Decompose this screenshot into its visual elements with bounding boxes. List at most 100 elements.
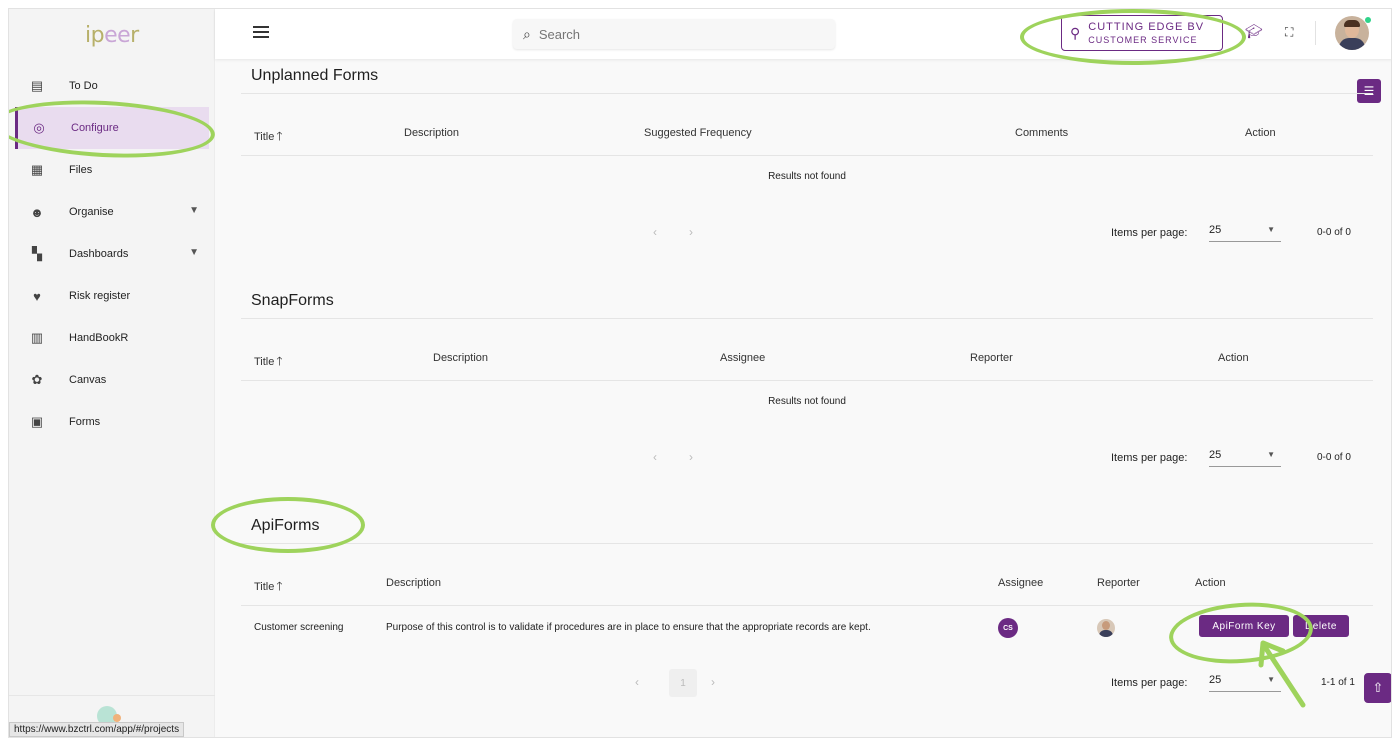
divider [241, 318, 1373, 319]
column-header-comments: Comments [1015, 127, 1069, 139]
search-icon: ⌕ [523, 25, 531, 42]
items-per-page-select[interactable]: 25 ▼ [1209, 674, 1281, 692]
sidebar-item-label: Organise [69, 206, 114, 218]
column-header-assignee: Assignee [998, 577, 1044, 589]
divider [241, 93, 1373, 94]
fullscreen-icon[interactable]: ⛶ [1285, 25, 1293, 40]
prev-page-icon[interactable]: ‹ [653, 225, 657, 239]
column-header-description: Description [386, 577, 442, 589]
chevron-down-icon: ▼ [189, 205, 199, 216]
row-description: Purpose of this control is to validate i… [386, 622, 871, 633]
section-title: Unplanned Forms [251, 67, 379, 84]
column-header-action: Action [1218, 352, 1249, 364]
pagination-range: 0-0 of 0 [1317, 227, 1351, 238]
divider [1315, 21, 1316, 45]
sliders-icon: ☰ [1363, 84, 1375, 98]
sidebar-item-dashboards[interactable]: ▚ Dashboards ▼ [9, 233, 215, 275]
next-page-icon[interactable]: › [689, 225, 693, 239]
column-header-action: Action [1245, 127, 1276, 139]
search-bar[interactable]: ⌕ [513, 19, 835, 49]
search-input[interactable] [538, 26, 799, 42]
sidebar-item-label: To Do [69, 80, 98, 92]
clipboard-icon: ▤ [30, 78, 44, 93]
organisation-unit: CUSTOMER SERVICE [1088, 35, 1198, 45]
section-title: SnapForms [251, 292, 334, 309]
chevron-down-icon: ▼ [189, 247, 199, 258]
divider [241, 380, 1373, 381]
people-icon: ☻ [30, 204, 44, 220]
sidebar-item-label: Forms [69, 416, 101, 428]
sidebar-item-label: Files [69, 164, 93, 176]
column-header-title[interactable]: Title 🡑 [254, 577, 283, 598]
user-avatar[interactable] [1335, 16, 1369, 50]
pagination-range: 1-1 of 1 [1321, 677, 1355, 688]
column-header-reporter: Reporter [970, 352, 1013, 364]
column-header-action: Action [1195, 577, 1226, 589]
items-per-page-select[interactable]: 25 ▼ [1209, 449, 1281, 467]
sidebar-item-files[interactable]: ▦ Files [9, 149, 215, 191]
rocket-icon: ⇧ [1372, 680, 1384, 695]
pagination-range: 0-0 of 0 [1317, 452, 1351, 463]
apiform-key-button[interactable]: ApiForm Key [1199, 615, 1289, 637]
items-per-page-label: Items per page: [1111, 452, 1188, 464]
organisation-selector[interactable]: ⚲ CUTTING EDGE BV CUSTOMER SERVICE [1061, 15, 1223, 51]
items-per-page-select[interactable]: 25 ▼ [1209, 224, 1281, 242]
sidebar-item-label: Canvas [69, 374, 107, 386]
reporter-avatar[interactable] [1097, 619, 1115, 637]
target-icon: ◎ [33, 120, 45, 135]
palette-icon: ✿ [31, 372, 43, 387]
column-header-description: Description [433, 352, 489, 364]
sidebar-item-label: Configure [71, 122, 119, 134]
forms-icon: ▣ [30, 414, 44, 429]
top-bar: ⌕ ⚲ CUTTING EDGE BV CUSTOMER SERVICE 🎓︎ … [215, 9, 1391, 59]
sidebar-nav: ▤ To Do ◎ Configure ▦ Files ☻ Organise ▼… [9, 65, 215, 443]
column-header-reporter: Reporter [1097, 577, 1140, 589]
app-logo[interactable]: ipeer [85, 23, 139, 48]
heart-icon: ♥ [33, 288, 41, 304]
dropdown-arrow-icon: ▼ [1267, 450, 1275, 459]
brand-dot-icon [113, 714, 121, 722]
sidebar-item-forms[interactable]: ▣ Forms [9, 401, 215, 443]
sidebar: ipeer ▤ To Do ◎ Configure ▦ Files ☻ Orga… [9, 9, 215, 737]
empty-state-text: Results not found [768, 396, 846, 407]
column-header-title[interactable]: Title 🡑 [254, 127, 283, 148]
prev-page-icon[interactable]: ‹ [653, 450, 657, 464]
main-content: ☰ Unplanned Forms Title 🡑 Description Sug… [241, 59, 1381, 737]
sort-arrow-up-icon: 🡑 [276, 579, 283, 593]
delete-button[interactable]: Delete [1293, 615, 1349, 637]
items-per-page-label: Items per page: [1111, 227, 1188, 239]
books-icon: ▥ [30, 330, 44, 345]
sidebar-item-label: HandBookR [69, 332, 129, 344]
column-header-suggested-frequency: Suggested Frequency [644, 127, 752, 139]
location-pin-icon: ⚲ [1070, 24, 1081, 41]
items-per-page-label: Items per page: [1111, 677, 1188, 689]
filter-settings-button[interactable]: ☰ [1357, 79, 1381, 103]
divider [241, 155, 1373, 156]
graduation-cap-icon[interactable]: 🎓︎ [1245, 23, 1263, 40]
sidebar-item-label: Dashboards [69, 248, 129, 260]
sidebar-item-organise[interactable]: ☻ Organise ▼ [9, 191, 215, 233]
sidebar-item-risk-register[interactable]: ♥ Risk register [9, 275, 215, 317]
divider [241, 543, 1373, 544]
row-title: Customer screening [254, 622, 344, 633]
next-page-icon[interactable]: › [689, 450, 693, 464]
sidebar-item-canvas[interactable]: ✿ Canvas [9, 359, 215, 401]
next-page-icon[interactable]: › [711, 675, 715, 689]
column-header-title[interactable]: Title 🡑 [254, 352, 283, 373]
sidebar-item-configure[interactable]: ◎ Configure [15, 107, 209, 149]
files-icon: ▦ [30, 162, 44, 177]
column-header-description: Description [404, 127, 460, 139]
section-title: ApiForms [251, 517, 320, 534]
status-bar-url: https://www.bzctrl.com/app/#/projects [9, 722, 185, 737]
dropdown-arrow-icon: ▼ [1267, 225, 1275, 234]
sidebar-item-todo[interactable]: ▤ To Do [9, 65, 215, 107]
online-status-dot [1365, 17, 1371, 23]
assignee-avatar[interactable]: CS [998, 618, 1018, 638]
sort-arrow-up-icon: 🡑 [276, 354, 283, 368]
dropdown-arrow-icon: ▼ [1267, 675, 1275, 684]
prev-page-icon[interactable]: ‹ [635, 675, 639, 689]
help-launcher-button[interactable]: ⇧ [1364, 673, 1391, 703]
menu-icon[interactable] [253, 26, 269, 38]
page-number-button[interactable]: 1 [669, 669, 697, 697]
sidebar-item-handbookr[interactable]: ▥ HandBookR [9, 317, 215, 359]
